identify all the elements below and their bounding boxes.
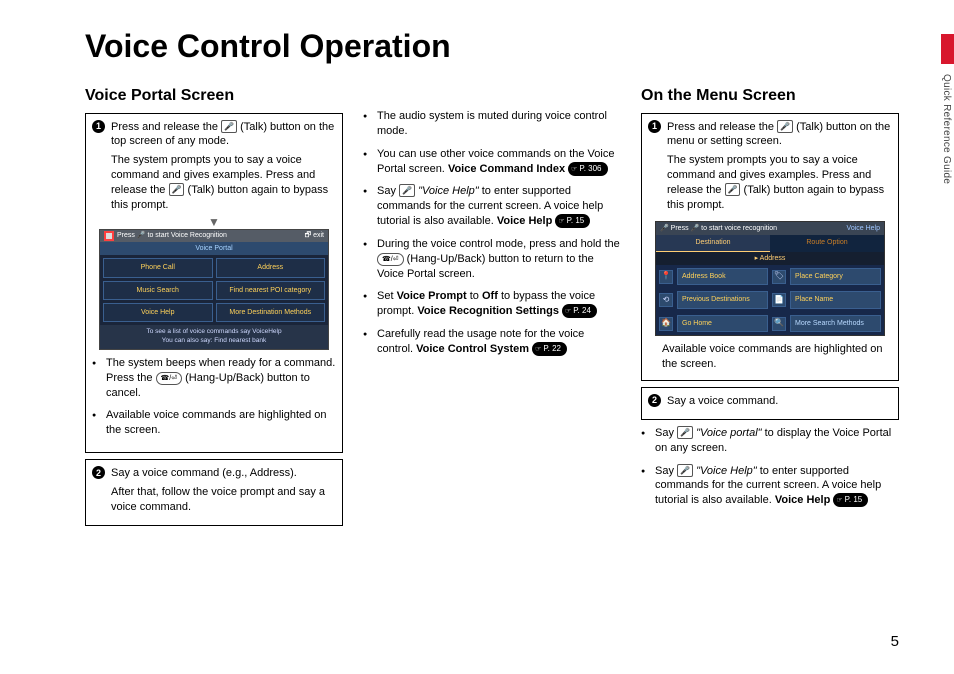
col-menu-screen: On the Menu Screen 1 Press and release t…: [641, 85, 899, 532]
talk-icon: 🎤: [169, 183, 185, 196]
pageref-icon: P. 22: [532, 342, 567, 356]
talk-icon: 🎤: [777, 120, 793, 133]
right-step-1-box: 1 Press and release the 🎤 (Talk) button …: [641, 113, 899, 381]
page-title: Voice Control Operation: [85, 28, 899, 65]
arrow-down-icon: ▼: [92, 217, 336, 227]
talk-icon: 🎤: [677, 426, 693, 439]
talk-icon: 🎤: [221, 120, 237, 133]
step-1-badge: 1: [92, 120, 105, 133]
talk-icon: 🎤: [677, 464, 693, 477]
side-label: Quick Reference Guide: [941, 64, 952, 184]
talk-icon: 🎤: [399, 184, 415, 197]
bullet: Say 🎤 "Voice Help" to enter supported co…: [377, 184, 621, 229]
bullet: During the voice control mode, press and…: [377, 237, 621, 282]
bullet: Say 🎤 "Voice portal" to display the Voic…: [655, 426, 899, 456]
right-step-2-text: Say a voice command.: [667, 394, 892, 409]
talk-icon: 🎤: [725, 183, 741, 196]
pageref-icon: P. 15: [833, 493, 868, 507]
pageref-icon: P. 24: [562, 304, 597, 318]
step-2-badge: 2: [648, 394, 661, 407]
side-tab: Quick Reference Guide: [941, 34, 954, 184]
col-voice-portal: Voice Portal Screen 1 Press and release …: [85, 85, 343, 532]
highlight-box-icon: [104, 231, 114, 241]
page-number: 5: [891, 633, 899, 650]
step-2-text: Say a voice command (e.g., Address). Aft…: [111, 466, 336, 515]
step-1-text: Press and release the 🎤 (Talk) button on…: [111, 120, 336, 213]
step-1-box: 1 Press and release the 🎤 (Talk) button …: [85, 113, 343, 454]
caption: Available voice commands are highlighted…: [648, 342, 892, 374]
menu-screenshot: 🎤 Press 🎤 to start voice recognition Voi…: [655, 221, 885, 337]
hangup-icon: ☎/⏎: [156, 372, 183, 385]
step-2-badge: 2: [92, 466, 105, 479]
bullet: Carefully read the usage note for the vo…: [377, 327, 621, 357]
voice-portal-screenshot: Press 🎤 to start Voice Recognition 🗗 exi…: [99, 229, 329, 350]
bullet: Available voice commands are highlighted…: [106, 408, 336, 438]
right-step-1-text: Press and release the 🎤 (Talk) button on…: [667, 120, 892, 213]
bullet: Say 🎤 "Voice Help" to enter supported co…: [655, 464, 899, 509]
bullet: The system beeps when ready for a comman…: [106, 356, 336, 401]
red-tab-icon: [941, 34, 954, 64]
pageref-icon: P. 306: [568, 162, 607, 176]
pageref-icon: P. 15: [555, 214, 590, 228]
col-notes: The audio system is muted during voice c…: [363, 85, 621, 532]
heading-voice-portal: Voice Portal Screen: [85, 85, 343, 107]
hangup-icon: ☎/⏎: [377, 253, 404, 266]
bullet: Set Voice Prompt to Off to bypass the vo…: [377, 289, 621, 319]
heading-menu-screen: On the Menu Screen: [641, 85, 899, 107]
step-2-box: 2 Say a voice command (e.g., Address). A…: [85, 459, 343, 526]
bullet: You can use other voice commands on the …: [377, 147, 621, 177]
right-step-2-box: 2 Say a voice command.: [641, 387, 899, 420]
step-1-badge: 1: [648, 120, 661, 133]
bullet: The audio system is muted during voice c…: [377, 109, 621, 139]
